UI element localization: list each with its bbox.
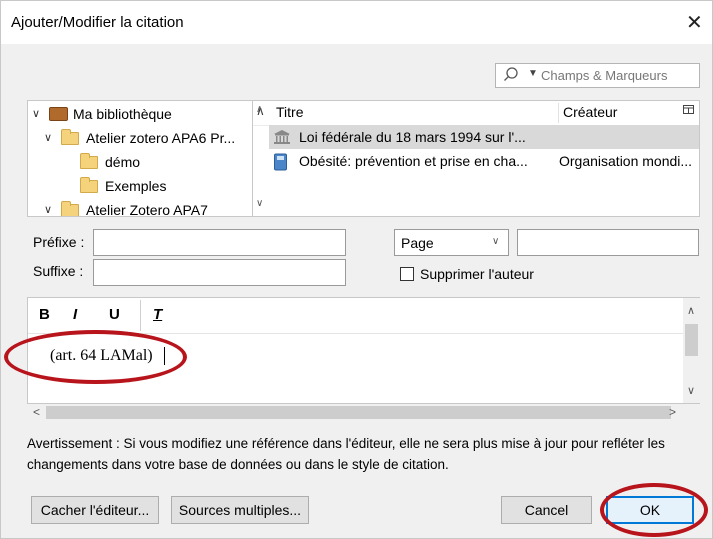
chevron-down-icon[interactable]: ∨ bbox=[256, 198, 263, 209]
editor-horizontal-scrollbar[interactable]: < > bbox=[27, 404, 700, 421]
suffix-input[interactable] bbox=[93, 259, 346, 286]
chevron-down-icon[interactable]: ∨ bbox=[687, 384, 695, 397]
italic-button[interactable]: I bbox=[73, 306, 77, 323]
chevron-down-icon[interactable]: ▼ bbox=[528, 68, 538, 79]
dialog-title: Ajouter/Modifier la citation bbox=[11, 14, 184, 31]
editor-vertical-scrollbar[interactable]: ∧ ∨ bbox=[683, 298, 700, 403]
tree-item-label: démo bbox=[105, 154, 141, 170]
suppress-author-checkbox[interactable] bbox=[400, 267, 414, 281]
prefix-input[interactable] bbox=[93, 229, 346, 256]
locator-type-select[interactable]: Page ∨ bbox=[394, 229, 509, 256]
chevron-up-icon[interactable]: ∧ bbox=[687, 304, 695, 317]
locator-selected-value: Page bbox=[401, 235, 434, 251]
library-tree[interactable]: ∨ Ma bibliothèque ∨ Atelier zotero APA6 … bbox=[27, 100, 270, 217]
prefix-label: Préfixe : bbox=[33, 234, 85, 250]
folder-icon bbox=[80, 177, 98, 193]
item-row-selected[interactable]: Loi fédérale du 18 mars 1994 sur l'... bbox=[269, 125, 699, 149]
item-title: Loi fédérale du 18 mars 1994 sur l'... bbox=[299, 129, 526, 145]
search-placeholder: Champs & Marqueurs bbox=[541, 68, 668, 83]
bold-button[interactable]: B bbox=[39, 306, 50, 323]
tree-item-label: Ma bibliothèque bbox=[73, 106, 172, 122]
ok-button[interactable]: OK bbox=[606, 496, 694, 524]
close-icon[interactable]: ✕ bbox=[686, 10, 703, 35]
item-title: Obésité: prévention et prise en cha... bbox=[299, 153, 528, 169]
multiple-sources-button[interactable]: Sources multiples... bbox=[171, 496, 309, 524]
chevron-up-icon[interactable]: ∧ bbox=[256, 104, 263, 115]
folder-icon bbox=[61, 129, 79, 145]
hide-editor-button[interactable]: Cacher l'éditeur... bbox=[31, 496, 159, 524]
search-field[interactable]: ▼ Champs & Marqueurs bbox=[495, 63, 700, 88]
library-icon bbox=[49, 107, 68, 121]
column-picker-icon[interactable] bbox=[683, 104, 695, 116]
tree-item-label: Atelier zotero APA6 Pr... bbox=[86, 130, 236, 146]
chevron-down-icon[interactable]: ∨ bbox=[44, 198, 52, 216]
warning-message: Avertissement : Si vous modifiez une réf… bbox=[27, 436, 665, 472]
statute-icon bbox=[274, 130, 290, 144]
chevron-down-icon: ∨ bbox=[492, 236, 500, 247]
editor-toolbar: B I U T bbox=[28, 298, 683, 334]
toolbar-divider bbox=[140, 300, 141, 331]
chevron-down-icon[interactable]: ∨ bbox=[44, 126, 52, 150]
folder-icon bbox=[80, 153, 98, 169]
folder-icon bbox=[61, 201, 79, 216]
text-caret bbox=[164, 347, 165, 365]
underline-button[interactable]: U bbox=[109, 306, 120, 323]
clear-formatting-button[interactable]: T bbox=[153, 306, 162, 323]
citation-editor[interactable]: B I U T (art. 64 LAMal) ∧ ∨ bbox=[27, 297, 700, 404]
chevron-down-icon[interactable]: ∨ bbox=[32, 102, 40, 126]
suffix-label: Suffixe : bbox=[33, 263, 84, 279]
cancel-button[interactable]: Cancel bbox=[501, 496, 592, 524]
chevron-right-icon[interactable]: > bbox=[669, 405, 676, 419]
item-row[interactable]: Obésité: prévention et prise en cha... O… bbox=[269, 149, 699, 173]
search-icon bbox=[504, 67, 518, 81]
item-creator: Organisation mondi... bbox=[559, 153, 693, 169]
tree-item-label: Atelier Zotero APA7 bbox=[86, 202, 208, 217]
column-title[interactable]: Titre bbox=[276, 104, 303, 120]
citation-text[interactable]: (art. 64 LAMal) bbox=[50, 347, 153, 365]
scrollbar-thumb[interactable] bbox=[46, 406, 671, 419]
items-header: ∧ Titre Créateur bbox=[253, 101, 699, 126]
scrollbar-thumb[interactable] bbox=[685, 324, 698, 356]
suppress-author-label[interactable]: Supprimer l'auteur bbox=[420, 266, 534, 282]
book-icon bbox=[274, 153, 287, 171]
locator-input[interactable] bbox=[517, 229, 699, 256]
column-creator[interactable]: Créateur bbox=[563, 104, 617, 120]
column-divider bbox=[558, 103, 559, 123]
tree-item-label: Exemples bbox=[105, 178, 167, 194]
items-list[interactable]: ∧ Titre Créateur Loi fédérale du 18 mars… bbox=[252, 100, 700, 217]
chevron-left-icon[interactable]: < bbox=[33, 405, 40, 419]
